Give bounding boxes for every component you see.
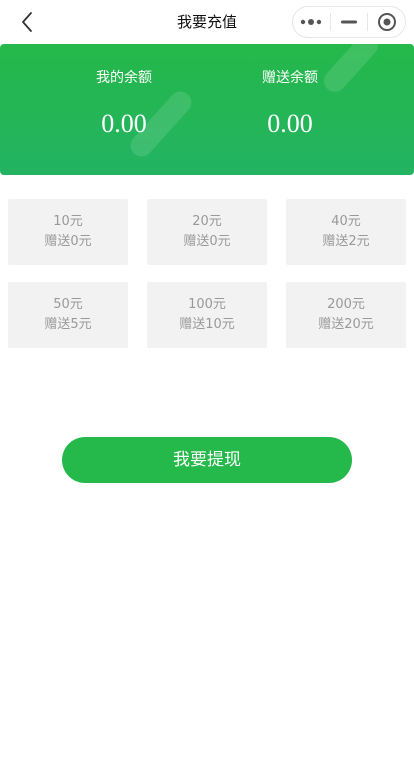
my-balance-amount: 0.00 <box>101 109 147 138</box>
recharge-option[interactable]: 200元 赠送20元 <box>286 282 406 348</box>
close-miniapp-button[interactable] <box>368 7 405 37</box>
more-dots-icon <box>301 19 322 25</box>
option-gift: 赠送2元 <box>322 234 370 249</box>
recharge-option[interactable]: 20元 赠送0元 <box>147 199 267 265</box>
option-amount: 10元 <box>53 214 83 229</box>
minimize-icon <box>341 20 357 24</box>
recharge-option[interactable]: 50元 赠送5元 <box>8 282 128 348</box>
my-balance-label: 我的余额 <box>96 70 152 86</box>
more-button[interactable] <box>293 7 330 37</box>
chevron-left-icon <box>22 12 32 32</box>
option-amount: 40元 <box>331 214 361 229</box>
gift-balance: 赠送余额 0.00 <box>215 44 365 142</box>
option-gift: 赠送5元 <box>44 317 92 332</box>
capsule-menu <box>292 6 406 38</box>
recharge-option[interactable]: 10元 赠送0元 <box>8 199 128 265</box>
minimize-button[interactable] <box>331 7 368 37</box>
recharge-option[interactable]: 100元 赠送10元 <box>147 282 267 348</box>
recharge-option[interactable]: 40元 赠送2元 <box>286 199 406 265</box>
gift-balance-label: 赠送余额 <box>262 70 318 86</box>
back-button[interactable] <box>14 10 40 34</box>
option-gift: 赠送0元 <box>44 234 92 249</box>
option-gift: 赠送0元 <box>183 234 231 249</box>
option-amount: 20元 <box>192 214 222 229</box>
target-close-icon <box>377 13 396 31</box>
my-balance: 我的余额 0.00 <box>49 44 199 142</box>
option-amount: 200元 <box>327 297 365 312</box>
option-gift: 赠送20元 <box>318 317 374 332</box>
balance-card: 我的余额 0.00 赠送余额 0.00 <box>0 44 414 175</box>
option-amount: 50元 <box>53 297 83 312</box>
navigation-bar: 我要充值 <box>0 0 414 44</box>
gift-balance-amount: 0.00 <box>267 109 313 138</box>
withdraw-button[interactable]: 我要提现 <box>62 437 352 483</box>
option-amount: 100元 <box>188 297 226 312</box>
option-gift: 赠送10元 <box>179 317 235 332</box>
